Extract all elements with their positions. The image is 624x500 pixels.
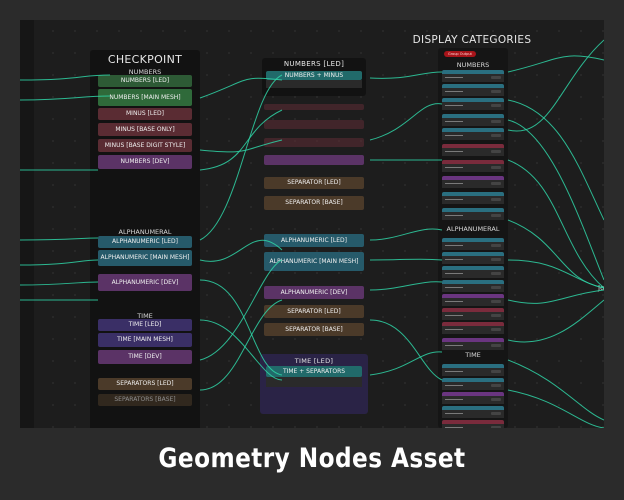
node-wire <box>199 109 283 171</box>
node-wire <box>369 103 443 141</box>
node-wire <box>369 258 443 261</box>
node-wire <box>369 71 443 79</box>
node-wire <box>507 99 604 221</box>
node-wire <box>199 299 283 391</box>
node-wire <box>199 74 283 241</box>
node-wire <box>199 319 283 381</box>
node-wire <box>199 259 283 361</box>
node-wire <box>507 219 604 289</box>
node-wire <box>507 289 604 304</box>
node-wire <box>507 359 604 421</box>
node-wire <box>369 319 443 381</box>
node-wires <box>20 39 604 428</box>
node-wire <box>507 389 604 428</box>
node-wire <box>20 281 99 286</box>
node-wire <box>507 159 604 289</box>
node-wire <box>507 299 604 343</box>
node-wire <box>369 228 443 241</box>
node-wire <box>199 239 283 262</box>
node-editor-canvas[interactable]: CHECKPOINT NUMBERS NUMBERS [LED] NUMBERS… <box>20 20 604 428</box>
node-wire <box>507 39 604 132</box>
node-wire <box>507 259 604 289</box>
node-wire <box>507 55 604 73</box>
node-wire <box>20 74 111 81</box>
node-wire <box>20 237 99 241</box>
node-wire <box>199 279 283 376</box>
node-wire <box>369 281 443 291</box>
caption-title: Geometry Nodes Asset <box>158 443 466 474</box>
node-wire <box>199 139 283 153</box>
node-wire <box>20 259 99 266</box>
node-wire <box>20 95 111 101</box>
node-wire <box>507 119 604 281</box>
